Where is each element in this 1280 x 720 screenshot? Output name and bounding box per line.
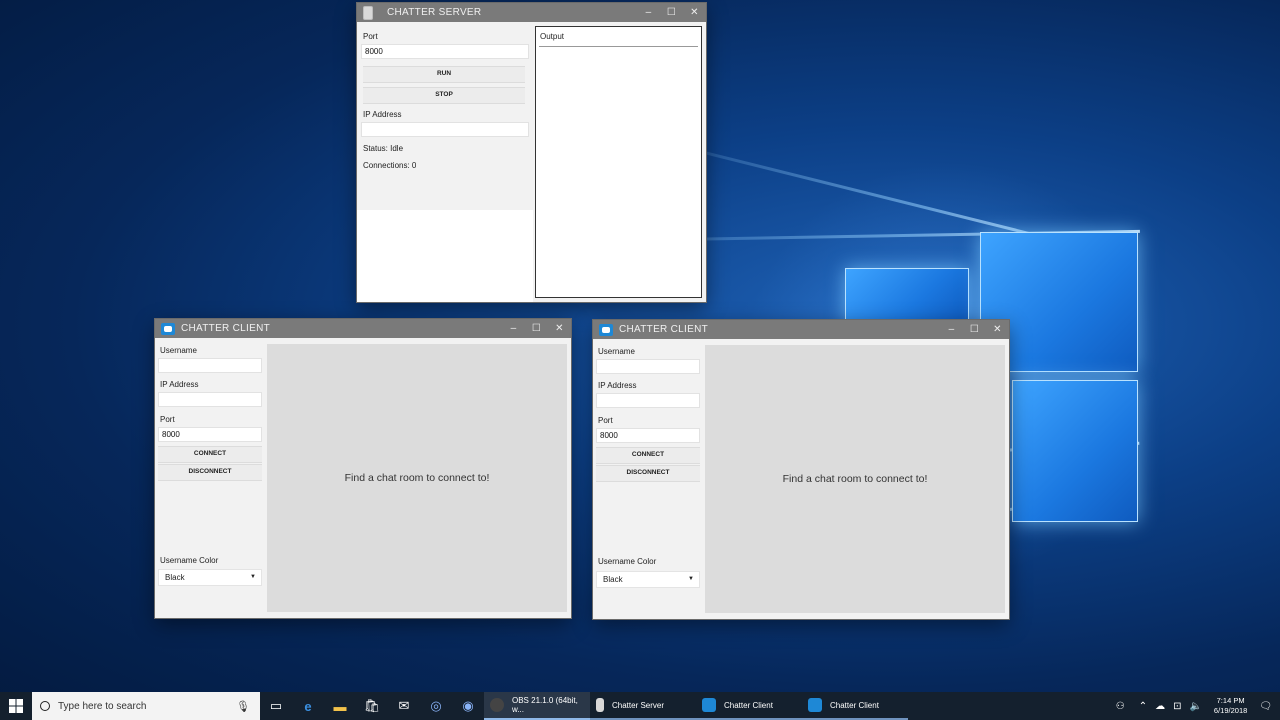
search-placeholder: Type here to search xyxy=(58,700,147,712)
close-button[interactable]: ✕ xyxy=(683,3,706,22)
server-titlebar[interactable]: CHATTER SERVER – ☐ ✕ xyxy=(357,3,706,22)
ip-address-input[interactable] xyxy=(158,392,262,407)
chat-app-icon xyxy=(808,698,822,712)
maximize-button[interactable]: ☐ xyxy=(525,319,548,338)
ip-address-input[interactable] xyxy=(361,122,529,137)
chrome-icon[interactable]: ◎ xyxy=(420,692,452,720)
chat-panel[interactable]: Find a chat room to connect to! xyxy=(267,344,567,612)
username-color-label: Username Color xyxy=(160,556,219,565)
output-divider xyxy=(539,46,698,47)
username-input[interactable] xyxy=(596,359,700,374)
obs-icon xyxy=(490,698,504,712)
task-view-icon[interactable]: ▭ xyxy=(260,692,292,720)
minimize-button[interactable]: – xyxy=(940,320,963,339)
taskbar-app-label: Chatter Server xyxy=(612,700,665,710)
chat-placeholder-message: Find a chat room to connect to! xyxy=(344,472,490,484)
clock[interactable]: 7:14 PM 6/19/2018 xyxy=(1214,696,1247,716)
client-window-1[interactable]: CHATTER CLIENT – ☐ ✕ Username IP Address… xyxy=(155,319,571,618)
port-input[interactable]: 8000 xyxy=(361,44,529,59)
chat-placeholder-message: Find a chat room to connect to! xyxy=(782,473,928,485)
edge-browser-icon[interactable]: e xyxy=(292,692,324,720)
close-button[interactable]: ✕ xyxy=(986,320,1009,339)
disconnect-button[interactable]: DISCONNECT xyxy=(596,465,700,482)
system-tray: ⚇ ⌃ ☁ ⊡ 🔈 7:14 PM 6/19/2018 🗨 xyxy=(1112,692,1280,720)
server-app-icon xyxy=(596,698,604,712)
client-titlebar[interactable]: CHATTER CLIENT – ☐ ✕ xyxy=(155,319,571,338)
ip-address-label: IP Address xyxy=(598,381,637,390)
client-titlebar[interactable]: CHATTER CLIENT – ☐ ✕ xyxy=(593,320,1009,339)
connections-count: Connections: 0 xyxy=(363,161,417,170)
people-icon[interactable]: ⚇ xyxy=(1116,701,1125,712)
window-title: CHATTER CLIENT xyxy=(181,323,271,334)
port-label: Port xyxy=(363,32,378,41)
file-explorer-icon[interactable]: ▬ xyxy=(324,692,356,720)
disconnect-button[interactable]: DISCONNECT xyxy=(158,464,262,481)
cloud-icon[interactable]: ☁ xyxy=(1155,701,1165,712)
server-app-icon xyxy=(363,5,373,20)
username-input[interactable] xyxy=(158,358,262,373)
port-input[interactable]: 8000 xyxy=(158,427,262,442)
clock-date: 6/19/2018 xyxy=(1213,706,1248,715)
windows-logo-icon xyxy=(9,699,23,713)
connect-button[interactable]: CONNECT xyxy=(596,447,700,464)
username-label: Username xyxy=(598,347,635,356)
taskbar-app-label: Chatter Client xyxy=(724,700,773,710)
chevron-down-icon: ▼ xyxy=(688,576,694,582)
store-icon[interactable]: 🛍 xyxy=(356,692,388,720)
sync-app-icon[interactable]: ◉ xyxy=(452,692,484,720)
taskbar-app-chatter-client-1[interactable]: Chatter Client xyxy=(696,692,802,720)
connect-button[interactable]: CONNECT xyxy=(158,446,262,463)
username-label: Username xyxy=(160,346,197,355)
ip-address-label: IP Address xyxy=(160,380,199,389)
taskbar-app-chatter-server[interactable]: Chatter Server xyxy=(590,692,696,720)
chat-app-icon xyxy=(702,698,716,712)
maximize-button[interactable]: ☐ xyxy=(963,320,986,339)
window-title: CHATTER CLIENT xyxy=(619,324,709,335)
chevron-down-icon: ▼ xyxy=(250,574,256,580)
maximize-button[interactable]: ☐ xyxy=(660,3,683,22)
selected-color: Black xyxy=(603,575,623,584)
taskbar: Type here to search 🎙 ▭ e ▬ 🛍 ✉ ◎ ◉ OBS … xyxy=(0,692,1280,720)
taskbar-search-box[interactable]: Type here to search 🎙 xyxy=(32,692,260,720)
taskbar-app-label: OBS 21.1.0 (64bit, w... xyxy=(512,696,578,714)
port-label: Port xyxy=(160,415,175,424)
ip-address-input[interactable] xyxy=(596,393,700,408)
ip-address-label: IP Address xyxy=(363,110,402,119)
microphone-icon[interactable]: 🎙 xyxy=(236,700,250,713)
volume-icon[interactable]: 🔈 xyxy=(1189,701,1201,712)
status-text: Status: Idle xyxy=(363,144,404,153)
mail-icon[interactable]: ✉ xyxy=(388,692,420,720)
port-label: Port xyxy=(598,416,613,425)
output-label: Output xyxy=(540,32,565,41)
cortana-icon xyxy=(40,701,50,711)
minimize-button[interactable]: – xyxy=(502,319,525,338)
server-sidebar-blank xyxy=(357,210,533,302)
username-color-select[interactable]: Black ▼ xyxy=(596,571,700,588)
taskbar-app-chatter-client-2[interactable]: Chatter Client xyxy=(802,692,908,720)
username-color-select[interactable]: Black ▼ xyxy=(158,569,262,586)
notifications-icon[interactable]: 🗨 xyxy=(1259,701,1272,712)
run-button[interactable]: RUN xyxy=(363,66,525,83)
output-panel[interactable]: Output xyxy=(535,26,702,298)
network-icon[interactable]: ⊡ xyxy=(1173,701,1181,712)
selected-color: Black xyxy=(165,573,185,582)
chevron-up-icon[interactable]: ⌃ xyxy=(1139,701,1147,712)
client-window-2[interactable]: CHATTER CLIENT – ☐ ✕ Username IP Address… xyxy=(593,320,1009,619)
chat-app-icon xyxy=(599,323,613,336)
port-input[interactable]: 8000 xyxy=(596,428,700,443)
server-window[interactable]: CHATTER SERVER – ☐ ✕ Port 8000 RUN STOP … xyxy=(357,3,706,302)
window-title: CHATTER SERVER xyxy=(387,7,482,18)
start-button[interactable] xyxy=(0,692,32,720)
minimize-button[interactable]: – xyxy=(637,3,660,22)
stop-button[interactable]: STOP xyxy=(363,87,525,104)
chat-panel[interactable]: Find a chat room to connect to! xyxy=(705,345,1005,613)
close-button[interactable]: ✕ xyxy=(548,319,571,338)
taskbar-app-obs[interactable]: OBS 21.1.0 (64bit, w... xyxy=(484,692,590,720)
username-color-label: Username Color xyxy=(598,557,657,566)
taskbar-app-label: Chatter Client xyxy=(830,700,879,710)
chat-app-icon xyxy=(161,322,175,335)
clock-time: 7:14 PM xyxy=(1216,696,1245,705)
